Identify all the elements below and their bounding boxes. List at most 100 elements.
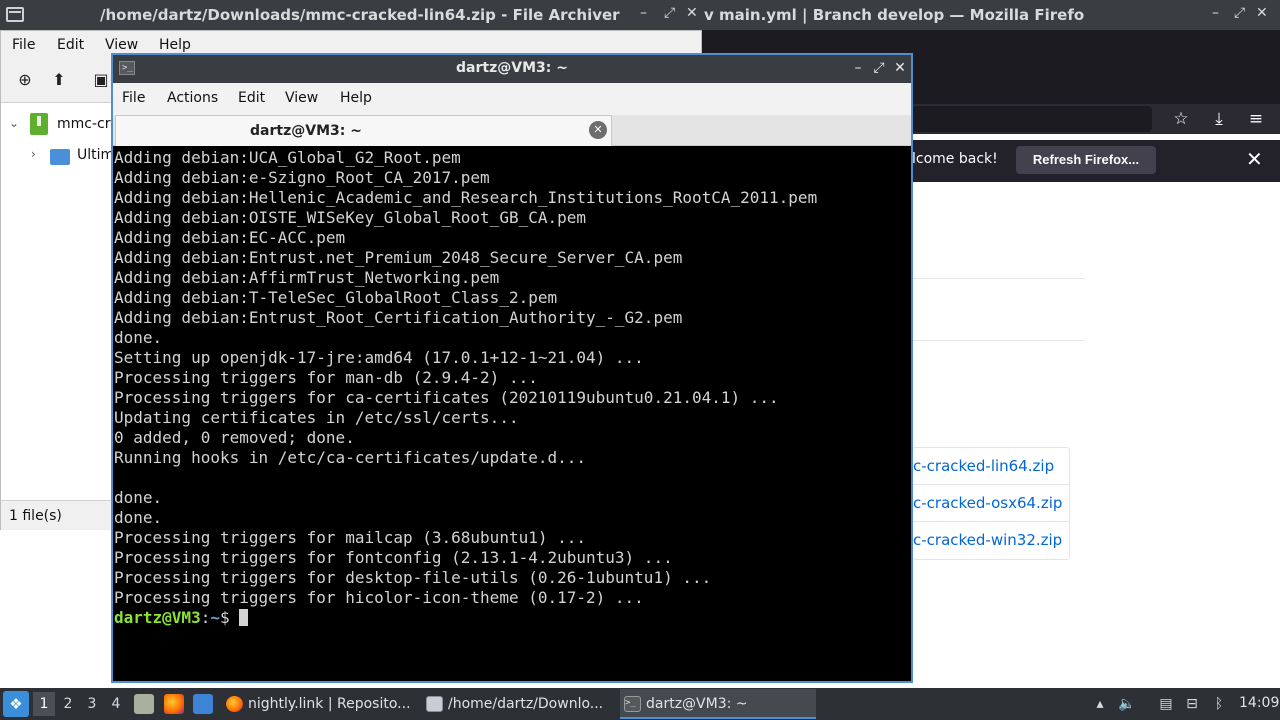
minimize-icon[interactable]: –: [850, 59, 866, 77]
close-icon[interactable]: ✕: [1256, 5, 1268, 21]
chevron-right-icon[interactable]: ›: [31, 147, 36, 161]
output-line: Processing triggers for man-db (2.9.4-2)…: [114, 368, 538, 387]
archive-icon: [426, 696, 443, 712]
hamburger-menu-icon[interactable]: ≡: [1245, 108, 1267, 130]
terminal-tabbar: dartz@VM3: ~ ✕: [113, 115, 911, 146]
extract-upload-icon[interactable]: ⬆: [49, 70, 69, 90]
output-line: Processing triggers for hicolor-icon-the…: [114, 588, 644, 607]
clock[interactable]: 14:09: [1239, 695, 1279, 711]
maximize-icon[interactable]: ⤢: [1234, 5, 1245, 21]
menu-help[interactable]: Help: [159, 37, 191, 53]
menu-edit[interactable]: Edit: [238, 90, 265, 106]
prompt-sign: $: [219, 608, 240, 627]
window-menu-icon[interactable]: [6, 7, 24, 22]
terminal-tab-label: dartz@VM3: ~: [250, 123, 362, 139]
output-line: Processing triggers for ca-certificates …: [114, 388, 779, 407]
terminal-window-title: dartz@VM3: ~: [456, 60, 568, 76]
artifact-file-list: c-cracked-lin64.zip c-cracked-osx64.zip …: [912, 447, 1070, 560]
start-menu-button[interactable]: ❖: [3, 691, 29, 717]
workspace-3[interactable]: 3: [81, 692, 103, 716]
output-line: 0 added, 0 removed; done.: [114, 428, 355, 447]
output-line: Processing triggers for fontconfig (2.13…: [114, 548, 673, 567]
minimize-icon[interactable]: –: [1212, 5, 1219, 21]
file-count-status: 1 file(s): [9, 508, 62, 524]
terminal-menubar: File Actions Edit View Help: [113, 83, 911, 115]
output-line: Adding debian:AffirmTrust_Networking.pem: [114, 268, 500, 287]
desktop-launcher-icon[interactable]: [193, 694, 213, 714]
close-tab-icon[interactable]: ✕: [589, 121, 607, 139]
task-archiver[interactable]: /home/dartz/Downlo...: [422, 689, 618, 719]
file-manager-launcher-icon[interactable]: [134, 694, 154, 714]
tree-item-root[interactable]: mmc-cra: [57, 116, 119, 132]
volume-icon[interactable]: 🔈: [1118, 695, 1136, 713]
folder-icon: [50, 149, 70, 165]
output-line: Adding debian:EC-ACC.pem: [114, 228, 346, 247]
output-line: Running hooks in /etc/ca-certificates/up…: [114, 448, 587, 467]
output-line: Adding debian:Entrust.net_Premium_2048_S…: [114, 248, 683, 267]
firefox-icon: [226, 696, 243, 712]
output-line: done.: [114, 508, 163, 527]
file-link-osx64[interactable]: c-cracked-osx64.zip: [913, 485, 1069, 522]
output-line: Adding debian:Entrust_Root_Certification…: [114, 308, 683, 327]
tree-item-folder[interactable]: Ultim: [77, 147, 114, 163]
menu-view[interactable]: View: [285, 90, 318, 106]
chevron-down-icon[interactable]: ⌄: [9, 116, 19, 130]
url-bar[interactable]: [912, 106, 1152, 132]
menu-file[interactable]: File: [12, 37, 35, 53]
output-line: Setting up openjdk-17-jre:amd64 (17.0.1+…: [114, 348, 644, 367]
task-firefox[interactable]: nightly.link | Reposito...: [222, 689, 418, 719]
output-line: Adding debian:T-TeleSec_GlobalRoot_Class…: [114, 288, 558, 307]
zip-file-icon: [30, 113, 48, 135]
taskbar: ❖ 1 2 3 4 nightly.link | Reposito... /ho…: [0, 688, 1280, 720]
file-link-win32[interactable]: c-cracked-win32.zip: [913, 522, 1069, 559]
firefox-window-title: v main.yml | Branch develop — Mozilla Fi…: [704, 6, 1084, 24]
close-icon[interactable]: ✕: [686, 5, 698, 21]
workspace-4[interactable]: 4: [105, 692, 127, 716]
menu-view[interactable]: View: [105, 37, 138, 53]
menu-help[interactable]: Help: [340, 90, 372, 106]
new-archive-icon[interactable]: ⊕: [15, 70, 35, 90]
menu-file[interactable]: File: [122, 90, 145, 106]
bookmark-star-icon[interactable]: ☆: [1170, 108, 1192, 130]
archive-tree: ⌄ mmc-cra › Ultim: [1, 106, 119, 506]
menu-edit[interactable]: Edit: [57, 37, 84, 53]
terminal-titlebar: >_ dartz@VM3: ~ – ⤢ ✕: [113, 55, 911, 83]
prompt-separator: :: [200, 608, 211, 627]
file-link-lin64[interactable]: c-cracked-lin64.zip: [913, 448, 1069, 485]
firefox-launcher-icon[interactable]: [164, 694, 184, 714]
prompt-path: ~: [210, 608, 220, 627]
output-line: done.: [114, 488, 163, 507]
task-terminal[interactable]: >_ dartz@VM3: ~: [620, 689, 816, 719]
output-line: Adding debian:UCA_Global_G2_Root.pem: [114, 148, 461, 167]
maximize-icon[interactable]: ⤢: [664, 5, 675, 21]
close-icon[interactable]: ✕: [892, 59, 908, 77]
close-icon[interactable]: ✕: [1246, 147, 1263, 171]
output-line: Processing triggers for desktop-file-uti…: [114, 568, 712, 587]
network-icon[interactable]: ⊟: [1183, 695, 1201, 713]
task-label: /home/dartz/Downlo...: [448, 696, 604, 712]
minimize-icon[interactable]: –: [640, 5, 647, 21]
background-titlebar: /home/dartz/Downloads/mmc-cracked-lin64.…: [0, 0, 1280, 30]
terminal-tab[interactable]: dartz@VM3: ~ ✕: [115, 115, 612, 146]
workspace-1[interactable]: 1: [33, 692, 55, 716]
output-line: Adding debian:OISTE_WISeKey_Global_Root_…: [114, 208, 587, 227]
terminal-output[interactable]: Adding debian:UCA_Global_G2_Root.pem Add…: [114, 148, 910, 681]
output-line: Processing triggers for mailcap (3.68ubu…: [114, 528, 587, 547]
menu-actions[interactable]: Actions: [167, 90, 218, 106]
download-icon[interactable]: ⤓: [1208, 108, 1230, 130]
output-line: done.: [114, 328, 163, 347]
bluetooth-icon[interactable]: ᛒ: [1210, 695, 1228, 713]
archive-box-icon[interactable]: ▣: [91, 70, 111, 90]
text-cursor: [239, 609, 249, 626]
refresh-firefox-button[interactable]: Refresh Firefox...: [1016, 146, 1156, 174]
divider: [912, 278, 1085, 279]
tray-up-arrow-icon[interactable]: ▴: [1091, 695, 1109, 713]
clipboard-icon[interactable]: ▤: [1157, 695, 1175, 713]
notification-text: lcome back!: [912, 151, 998, 167]
terminal-icon: >_: [624, 696, 641, 712]
maximize-icon[interactable]: ⤢: [871, 59, 887, 77]
workspace-2[interactable]: 2: [57, 692, 79, 716]
terminal-window: >_ dartz@VM3: ~ – ⤢ ✕ File Actions Edit …: [111, 53, 913, 683]
divider: [912, 340, 1085, 341]
shell-prompt[interactable]: dartz@VM3:~$: [114, 608, 249, 628]
